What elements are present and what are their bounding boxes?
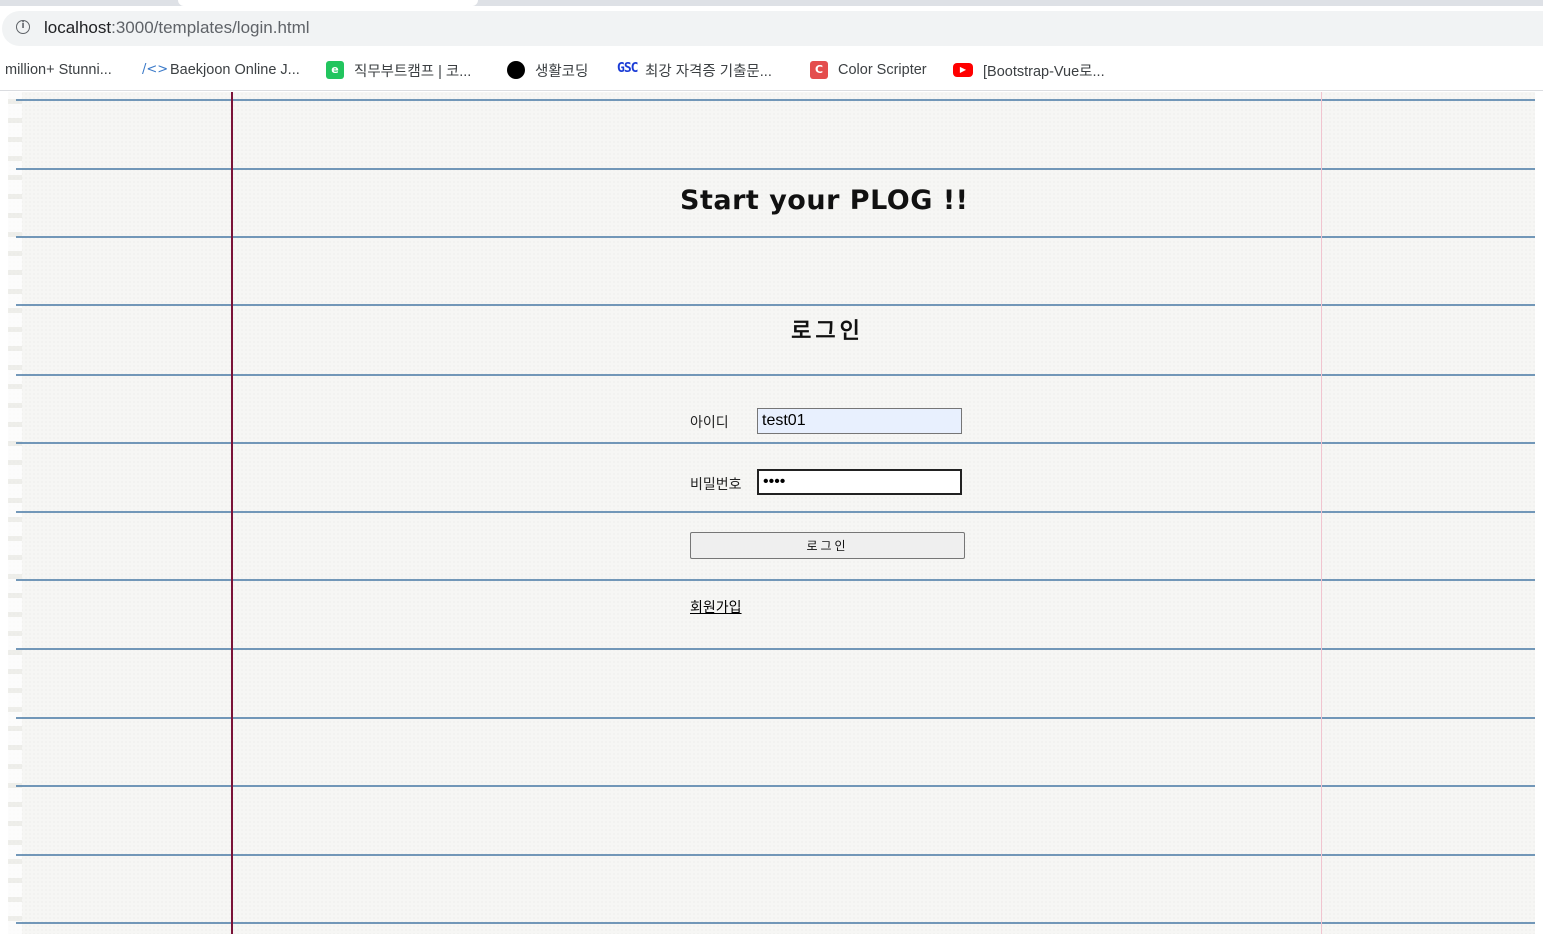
code-icon: /<> xyxy=(142,62,169,77)
url-text[interactable]: localhost:3000/templates/login.html xyxy=(44,18,310,38)
rule-line xyxy=(16,648,1535,650)
bookmark-gsc[interactable]: GSC 최강 자격증 기출문... xyxy=(617,60,772,80)
rule-line xyxy=(16,579,1535,581)
address-bar[interactable]: i localhost:3000/templates/login.html xyxy=(2,11,1543,46)
rule-line xyxy=(16,304,1535,306)
rule-line xyxy=(16,99,1535,101)
bookmark-opentutorials[interactable]: 생활코딩 xyxy=(507,60,588,80)
color-scripter-icon: C xyxy=(810,61,828,79)
rule-line xyxy=(16,374,1535,376)
bookmark-label: [Bootstrap-Vue로... xyxy=(983,63,1105,80)
login-button[interactable]: 로그인 xyxy=(690,532,965,559)
bookmark-label: 최강 자격증 기출문... xyxy=(645,63,772,80)
green-logo-icon: e xyxy=(326,61,344,79)
bookmarks-bar: million+ Stunni... /<> Baekjoon Online J… xyxy=(0,50,1543,91)
login-heading: 로그인 xyxy=(791,319,864,344)
notebook-paper-background xyxy=(8,92,1535,934)
rule-line xyxy=(16,168,1535,170)
gsc-logo-icon: GSC xyxy=(617,61,638,76)
bookmark-million-stunning[interactable]: million+ Stunni... xyxy=(5,60,112,80)
signup-link[interactable]: 회원가입 xyxy=(690,597,742,617)
youtube-icon: ▶ xyxy=(953,63,973,77)
page-title: Start your PLOG !! xyxy=(680,185,969,216)
id-input[interactable] xyxy=(757,408,962,434)
margin-line xyxy=(231,92,233,934)
rule-line xyxy=(16,854,1535,856)
bookmark-label: 직무부트캠프 | 코... xyxy=(354,63,472,80)
rule-line xyxy=(16,785,1535,787)
rule-line xyxy=(16,717,1535,719)
active-tab[interactable] xyxy=(178,0,478,6)
rule-line xyxy=(16,922,1535,924)
bookmark-bootstrap-vue[interactable]: ▶ [Bootstrap-Vue로... xyxy=(953,60,1105,80)
bookmark-label: Color Scripter xyxy=(838,62,927,78)
password-input[interactable] xyxy=(757,469,962,495)
margin-line-right xyxy=(1321,92,1322,934)
bookmark-baekjoon[interactable]: /<> Baekjoon Online J... xyxy=(142,60,300,80)
site-info-icon[interactable]: i xyxy=(16,20,30,34)
bookmark-label: Baekjoon Online J... xyxy=(170,62,300,78)
rule-line xyxy=(16,236,1535,238)
tab-strip xyxy=(0,0,1543,6)
bookmark-color-scripter[interactable]: C Color Scripter xyxy=(810,60,927,80)
password-label: 비밀번호 xyxy=(690,477,742,493)
id-label: 아이디 xyxy=(690,415,729,431)
black-circle-icon xyxy=(507,61,525,79)
bookmark-label: 생활코딩 xyxy=(535,63,589,80)
rule-line xyxy=(16,442,1535,444)
bookmark-bootcamp[interactable]: e 직무부트캠프 | 코... xyxy=(326,60,471,80)
rule-line xyxy=(16,511,1535,513)
bookmark-label: million+ Stunni... xyxy=(5,62,112,78)
torn-edge xyxy=(8,92,22,934)
